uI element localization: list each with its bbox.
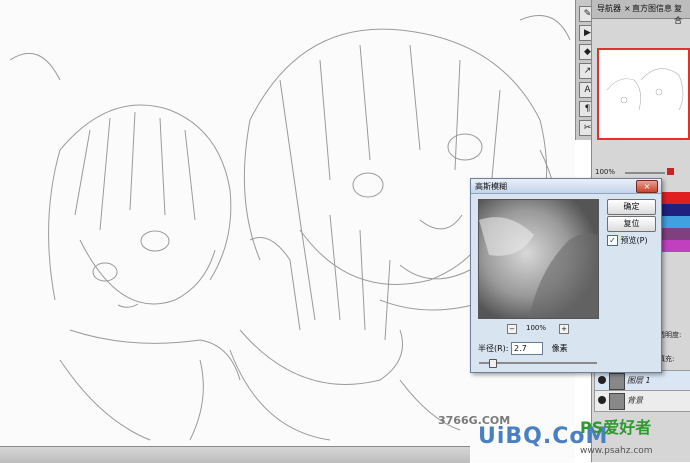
watermark-url: www.psahz.com bbox=[580, 446, 653, 456]
preview-checkbox[interactable]: ✓ bbox=[607, 235, 618, 246]
preview-zoom-value: 100% bbox=[526, 324, 547, 332]
blur-preview[interactable] bbox=[478, 199, 599, 319]
navigator-preview[interactable] bbox=[597, 48, 690, 140]
dialog-title-bar[interactable]: 高斯模糊 × bbox=[471, 179, 661, 194]
layer-name: 图层 1 bbox=[627, 376, 651, 385]
zoom-in-button[interactable]: + bbox=[559, 324, 569, 334]
layer-row-layer1[interactable]: 图层 1 bbox=[594, 370, 690, 392]
layer-name: 背景 bbox=[627, 396, 643, 405]
status-bar bbox=[0, 446, 470, 463]
radius-input[interactable]: 2.7 bbox=[511, 342, 544, 355]
watermark-ps: PS爱好者 bbox=[580, 418, 652, 437]
tab-info[interactable]: 信息 bbox=[654, 3, 674, 15]
layer-thumbnail bbox=[609, 393, 625, 410]
layer-thumbnail bbox=[609, 373, 625, 390]
navigator-zoom-in-icon[interactable] bbox=[667, 168, 674, 175]
preview-checkbox-row[interactable]: ✓ 预览(P) bbox=[607, 235, 648, 246]
layer-row-background[interactable]: 背景 bbox=[594, 390, 690, 412]
dialog-title: 高斯模糊 bbox=[475, 182, 507, 191]
tab-composite[interactable]: 复合 bbox=[672, 3, 690, 25]
blur-preview-image bbox=[479, 200, 598, 318]
radius-slider-thumb[interactable] bbox=[488, 359, 497, 368]
ok-button[interactable]: 确定 bbox=[607, 199, 656, 215]
radius-row: 半径(R): 2.7 像素 bbox=[478, 342, 568, 355]
navigator-zoom-slider[interactable] bbox=[625, 172, 665, 174]
close-button[interactable]: × bbox=[636, 180, 658, 193]
preview-label: 预览(P) bbox=[620, 236, 648, 245]
tab-navigator[interactable]: 导航器 bbox=[595, 3, 623, 15]
reset-button[interactable]: 复位 bbox=[607, 216, 656, 232]
preview-zoom-control: − 100% + bbox=[507, 323, 577, 335]
eye-icon[interactable] bbox=[598, 396, 606, 404]
navigator-zoom-value[interactable]: 100% bbox=[595, 168, 615, 176]
navigator-thumbnail bbox=[606, 68, 684, 111]
panel-tab-row: 导航器 × 直方图 信息 复合 bbox=[592, 0, 690, 25]
radius-unit: 像素 bbox=[551, 344, 568, 353]
zoom-out-button[interactable]: − bbox=[507, 324, 517, 334]
gaussian-blur-dialog: 高斯模糊 × 确定 复位 ✓ 预览(P) − 100% + 半径(R): 2.7 bbox=[470, 178, 662, 373]
navigator-zoom-row: 100% bbox=[595, 168, 688, 178]
eye-icon[interactable] bbox=[598, 376, 606, 384]
radius-label: 半径(R): bbox=[478, 344, 509, 353]
